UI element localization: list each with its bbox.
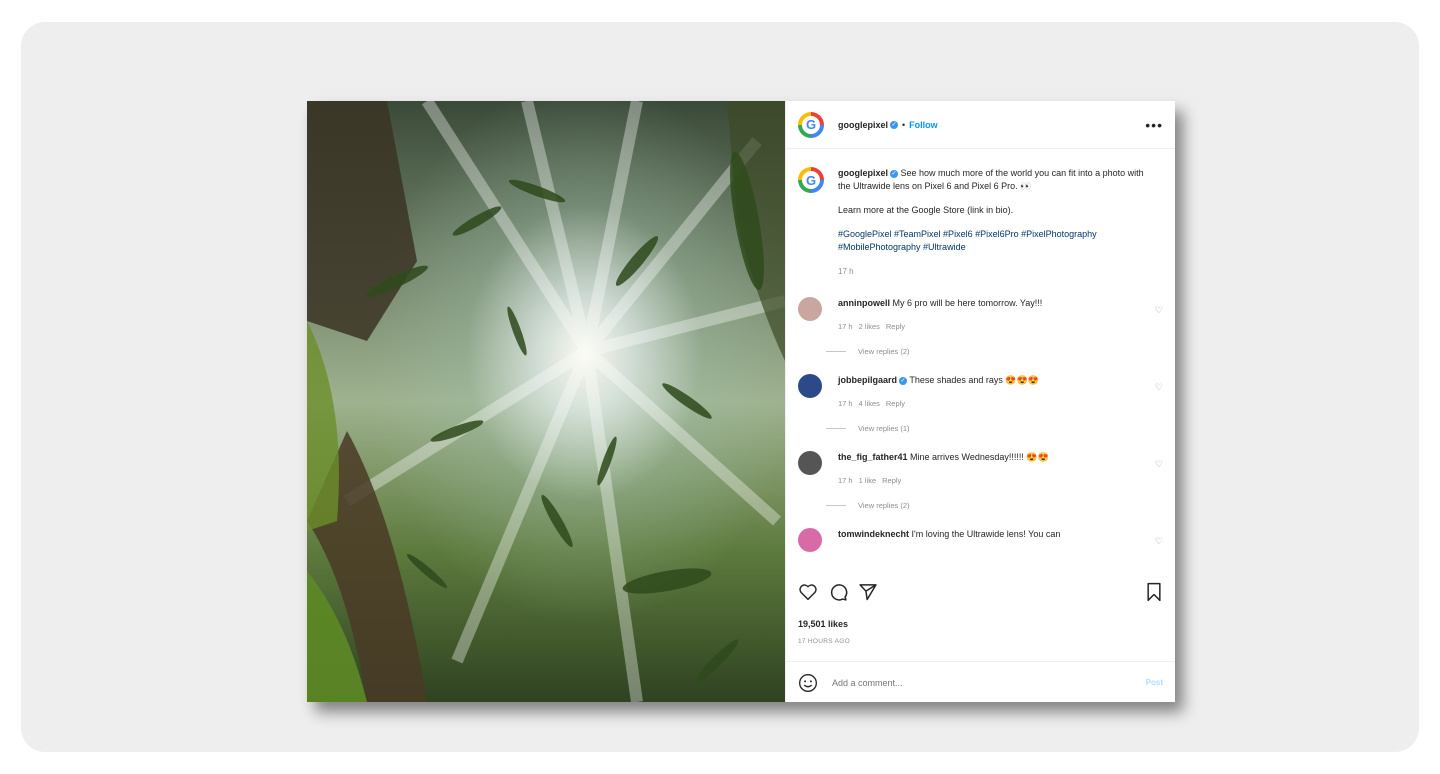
- comment-icon[interactable]: [828, 582, 848, 602]
- post-sidebar: G googlepixel ✓ • Follow ••• G googlepix…: [785, 101, 1175, 702]
- comment-likes[interactable]: 1 like: [859, 476, 877, 485]
- likes-count[interactable]: 19,501 likes: [798, 619, 848, 629]
- comment-text: My 6 pro will be here tomorrow. Yay!!!: [892, 298, 1043, 308]
- follow-button[interactable]: Follow: [909, 120, 938, 130]
- save-bookmark-icon[interactable]: [1145, 582, 1163, 602]
- add-comment-bar: Post: [786, 661, 1175, 703]
- caption-username[interactable]: googlepixel: [838, 168, 888, 178]
- comment-username[interactable]: anninpowell: [838, 298, 890, 308]
- reply-button[interactable]: Reply: [886, 322, 905, 331]
- like-heart-icon[interactable]: [798, 583, 818, 601]
- caption-avatar[interactable]: G: [798, 167, 824, 193]
- comment-like-heart-icon[interactable]: ♡: [1155, 305, 1163, 316]
- add-comment-input[interactable]: [830, 676, 1146, 689]
- reply-button[interactable]: Reply: [882, 476, 901, 485]
- reply-button[interactable]: Reply: [886, 399, 905, 408]
- comment-like-heart-icon[interactable]: ♡: [1155, 536, 1163, 547]
- verified-icon: ✓: [890, 169, 899, 178]
- caption-text: googlepixel ✓ See how much more of the wo…: [838, 167, 1158, 278]
- comment-likes[interactable]: 4 likes: [859, 399, 880, 408]
- avatar[interactable]: [798, 451, 822, 475]
- more-options-icon[interactable]: •••: [1145, 117, 1163, 133]
- comment-item: tomwindeknecht I'm loving the Ultrawide …: [786, 528, 1175, 552]
- google-logo-avatar[interactable]: G: [798, 111, 824, 138]
- caption-hashtags[interactable]: #GooglePixel #TeamPixel #Pixel6 #Pixel6P…: [838, 228, 1158, 254]
- separator-dot: •: [902, 119, 906, 130]
- comment-time: 17 h: [838, 476, 853, 485]
- comment-username[interactable]: tomwindeknecht: [838, 529, 909, 539]
- emoji-smiley-icon[interactable]: [798, 673, 818, 693]
- header-username[interactable]: googlepixel: [838, 120, 888, 130]
- google-g-icon: G: [802, 115, 820, 134]
- comment-item: the_fig_father41 Mine arrives Wednesday!…: [786, 451, 1175, 487]
- comment-like-heart-icon[interactable]: ♡: [1155, 459, 1163, 470]
- share-icon[interactable]: [858, 582, 878, 602]
- comment-likes[interactable]: 2 likes: [859, 322, 880, 331]
- avatar[interactable]: [798, 528, 822, 552]
- post-photo[interactable]: [307, 101, 785, 702]
- caption-time: 17 h: [838, 267, 854, 276]
- comment-time: 17 h: [838, 322, 853, 331]
- instagram-post: G googlepixel ✓ • Follow ••• G googlepix…: [307, 101, 1175, 702]
- comment-username[interactable]: the_fig_father41: [838, 452, 908, 462]
- comments-section[interactable]: G googlepixel ✓ See how much more of the …: [786, 149, 1175, 572]
- comment-item: jobbepilgaard ✓ These shades and rays 😍😍😍…: [786, 374, 1175, 410]
- bamboo-image: [307, 101, 785, 702]
- caption-learn-more: Learn more at the Google Store (link in …: [838, 205, 1014, 215]
- comment-like-heart-icon[interactable]: ♡: [1155, 382, 1163, 393]
- verified-icon: ✓: [899, 376, 908, 385]
- google-g-icon: G: [802, 171, 820, 189]
- card-background: G googlepixel ✓ • Follow ••• G googlepix…: [21, 22, 1419, 752]
- caption: G googlepixel ✓ See how much more of the …: [786, 149, 1175, 278]
- action-bar: [798, 577, 1163, 607]
- comment-time: 17 h: [838, 399, 853, 408]
- post-time-ago: 17 HOURS AGO: [798, 638, 851, 645]
- avatar[interactable]: [798, 297, 822, 321]
- comment-username[interactable]: jobbepilgaard: [838, 375, 897, 385]
- view-replies[interactable]: View replies (2): [826, 501, 1175, 510]
- verified-icon: ✓: [890, 120, 899, 129]
- comment-text: These shades and rays 😍😍😍: [909, 375, 1040, 385]
- post-comment-button[interactable]: Post: [1146, 678, 1163, 687]
- view-replies[interactable]: View replies (2): [826, 347, 1175, 356]
- post-header: G googlepixel ✓ • Follow •••: [786, 101, 1175, 149]
- avatar[interactable]: [798, 374, 822, 398]
- view-replies[interactable]: View replies (1): [826, 424, 1175, 433]
- comment-text: I'm loving the Ultrawide lens! You can: [911, 529, 1061, 539]
- comment-text: Mine arrives Wednesday!!!!!! 😍😍: [910, 452, 1049, 462]
- comment-item: anninpowell My 6 pro will be here tomorr…: [786, 297, 1175, 333]
